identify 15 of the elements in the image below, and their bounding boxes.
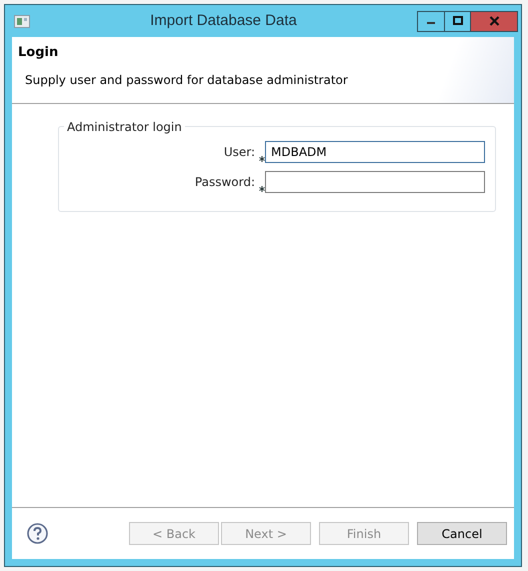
input-field[interactable]: [265, 171, 485, 193]
maximize-icon: [452, 16, 462, 26]
close-icon: [488, 16, 500, 26]
app-icon: [14, 14, 30, 28]
minimize-button[interactable]: [417, 10, 445, 32]
close-button[interactable]: [471, 10, 518, 32]
page-description: Supply user and password for database administrator: [25, 72, 349, 88]
maximize-button[interactable]: [445, 10, 471, 32]
dialog-button[interactable]: Cancel: [417, 522, 507, 545]
field-label: User:: [222, 144, 256, 161]
field-label: Password:: [194, 174, 256, 191]
window-title: Import Database Data: [149, 10, 298, 31]
input-field[interactable]: MDBADM: [265, 141, 485, 163]
page-title: Login: [18, 44, 60, 62]
help-icon[interactable]: [27, 523, 48, 544]
